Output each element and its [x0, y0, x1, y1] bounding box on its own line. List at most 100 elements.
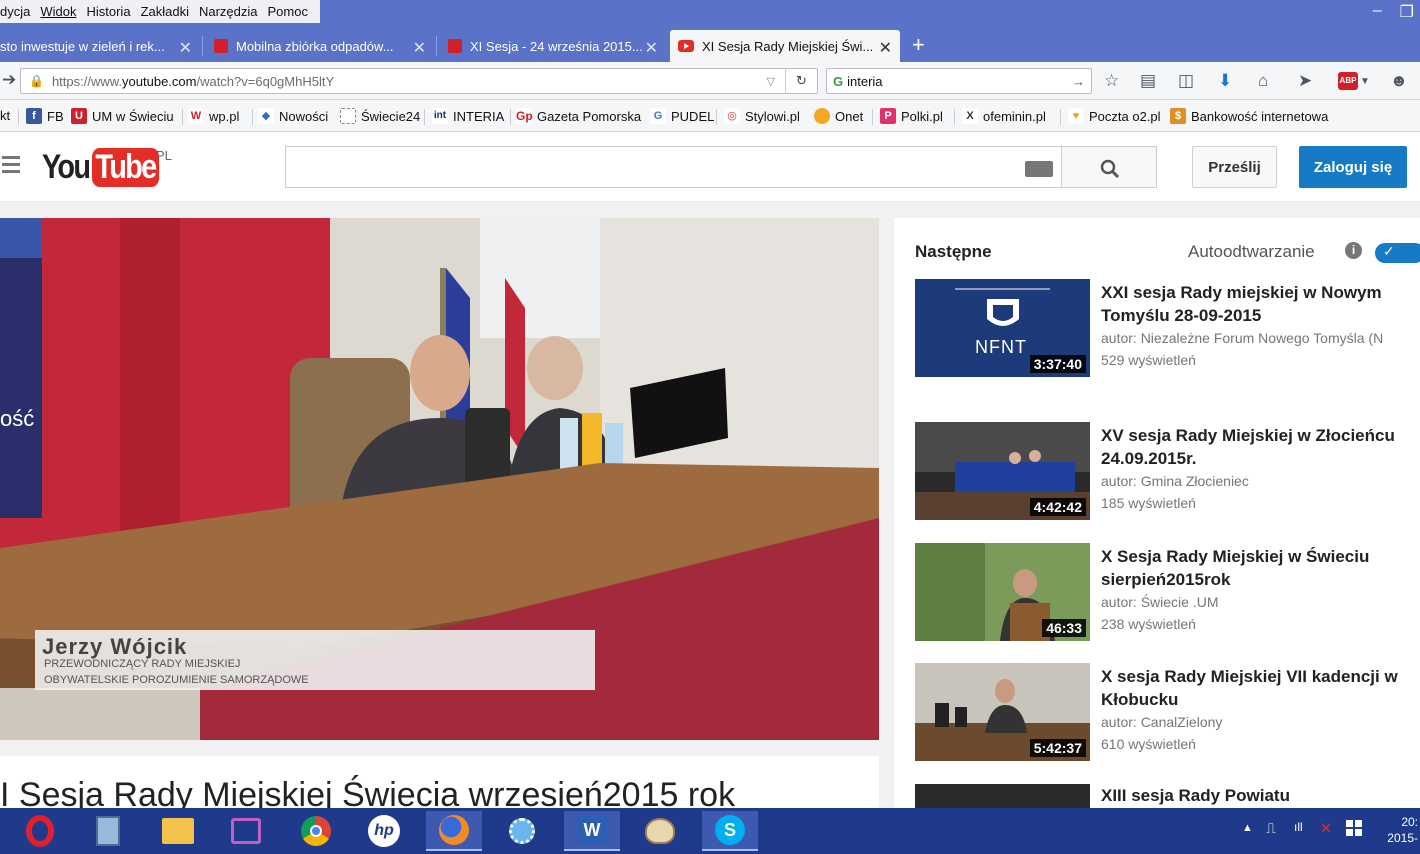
close-icon[interactable]: ✕: [645, 38, 658, 58]
bookmark-pudel[interactable]: G PUDEL: [650, 108, 714, 124]
hamburger-menu-icon[interactable]: [2, 156, 20, 173]
back-arrow-icon[interactable]: ➔: [2, 70, 16, 90]
recommended-video[interactable]: 4:42:42 XV sesja Rady Miejskiej w Złocie…: [915, 422, 1420, 532]
download-icon[interactable]: ⬇: [1218, 71, 1232, 91]
menu-view[interactable]: Widok: [40, 4, 76, 19]
search-bar[interactable]: G interia →: [826, 68, 1092, 94]
video-thumbnail[interactable]: 46:33: [915, 543, 1090, 641]
tray-chevron-icon[interactable]: ▲: [1242, 822, 1253, 834]
bookmark-onet[interactable]: Onet: [814, 108, 863, 124]
recommended-video[interactable]: 5:42:37 X sesja Rady Miejskiej VII kaden…: [915, 663, 1420, 773]
video-thumbnail[interactable]: 4:42:42: [915, 422, 1090, 520]
video-title[interactable]: XIII sesja Rady Powiatu: [1101, 784, 1420, 807]
file-explorer-icon[interactable]: [150, 811, 206, 851]
volume-muted-icon[interactable]: ✕: [1320, 820, 1332, 837]
home-icon[interactable]: ⌂: [1258, 71, 1268, 91]
windows-flag-icon[interactable]: [1346, 820, 1362, 836]
close-icon[interactable]: ✕: [179, 38, 192, 58]
bookmark-kt[interactable]: kt: [0, 108, 10, 123]
video-title[interactable]: XXI sesja Rady miejskiej w Nowym Tomyślu…: [1101, 281, 1420, 327]
reading-list-icon[interactable]: ▤: [1140, 71, 1156, 91]
menu-edit[interactable]: dycja: [0, 4, 30, 19]
video-player[interactable]: ość Jerzy Wójcik PRZEWODNICZĄCY RADY MIE…: [0, 218, 879, 740]
chevron-down-icon[interactable]: ▼: [1360, 76, 1370, 87]
youtube-logo[interactable]: You Tube: [42, 144, 170, 190]
url-prefix: https://www.: [51, 73, 123, 89]
url-bar[interactable]: 🔒 https://www. youtube.com/watch?v=6q0gMh…: [20, 68, 818, 94]
pocket-icon[interactable]: ◫: [1178, 71, 1194, 91]
youtube-search-input[interactable]: [285, 146, 1062, 188]
calculator-icon[interactable]: [80, 811, 136, 851]
recommended-video[interactable]: XIII sesja Rady Powiatu: [915, 784, 1420, 808]
send-icon[interactable]: ➤: [1298, 71, 1312, 91]
o2-heart-icon: ♥: [1068, 108, 1084, 124]
video-title[interactable]: XV sesja Rady Miejskiej w Złocieńcu 24.0…: [1101, 424, 1420, 470]
adblock-icon[interactable]: ABP: [1338, 72, 1358, 90]
search-engine-icon[interactable]: G: [833, 74, 843, 89]
new-tab-button[interactable]: +: [912, 32, 925, 58]
tab-3[interactable]: XI Sesja - 24 września 2015... ✕: [440, 30, 666, 62]
autoplay-toggle[interactable]: ✓: [1375, 243, 1420, 263]
presentation-icon[interactable]: [218, 811, 274, 851]
menu-bookmarks[interactable]: Zakładki: [141, 4, 189, 19]
minimize-button[interactable]: –: [1373, 2, 1382, 22]
youtube-icon: [678, 40, 694, 52]
info-icon[interactable]: i: [1345, 242, 1362, 259]
clock-time: 20:: [1401, 815, 1418, 829]
close-icon[interactable]: ✕: [413, 38, 426, 58]
keyboard-icon[interactable]: [1025, 161, 1053, 177]
opera-icon[interactable]: [12, 811, 68, 851]
bookmark-polki[interactable]: P Polki.pl: [880, 108, 943, 124]
word-icon[interactable]: W: [564, 811, 620, 851]
clock-date: 2015-: [1387, 831, 1418, 845]
star-icon[interactable]: ☆: [1104, 71, 1119, 91]
bookmark-fb[interactable]: f FB: [26, 108, 64, 124]
video-title[interactable]: X Sesja Rady Miejskiej w Świeciu sierpie…: [1101, 545, 1420, 591]
restore-button[interactable]: ❐: [1400, 2, 1414, 22]
bookmark-poczta-o2[interactable]: ♥ Poczta o2.pl: [1068, 108, 1161, 124]
bookmark-ofeminin[interactable]: Xofeminin.pl: [962, 108, 1046, 124]
bookmark-nowosci[interactable]: ◆ Nowości: [258, 108, 328, 124]
video-thumbnail[interactable]: 5:42:37: [915, 663, 1090, 761]
chat-icon[interactable]: ☻: [1390, 71, 1408, 91]
video-thumbnail[interactable]: [915, 784, 1090, 808]
hp-icon[interactable]: hp: [356, 811, 412, 851]
signal-icon[interactable]: ıll: [1294, 820, 1303, 834]
menu-help[interactable]: Pomoc: [268, 4, 308, 19]
system-clock[interactable]: 20: 2015-: [1382, 814, 1418, 846]
video-thumbnail[interactable]: NFNT 3:37:40: [915, 279, 1090, 377]
network-icon[interactable]: ⎍: [1266, 820, 1276, 837]
close-icon[interactable]: ✕: [879, 38, 892, 58]
bookmark-stylowi[interactable]: ◎ Stylowi.pl: [724, 108, 800, 124]
youtube-search-button[interactable]: [1061, 146, 1157, 188]
menu-tools[interactable]: Narzędzia: [199, 4, 258, 19]
reload-icon[interactable]: ↻: [785, 69, 817, 93]
paint-icon[interactable]: [632, 811, 688, 851]
lock-icon: 🔒: [29, 74, 44, 88]
ttv-icon: [448, 39, 462, 53]
bookmark-um-swiecie[interactable]: U UM w Świeciu: [71, 108, 174, 124]
tab-label: Mobilna zbiórka odpadów...: [236, 38, 394, 54]
tab-1[interactable]: sto inwestuje w zieleń i rek... ✕: [0, 30, 200, 62]
firefox-icon[interactable]: [426, 811, 482, 851]
recommended-video[interactable]: NFNT 3:37:40 XXI sesja Rady miejskiej w …: [915, 279, 1420, 389]
stylowi-icon: ◎: [724, 108, 740, 124]
recommended-video[interactable]: 46:33 X Sesja Rady Miejskiej w Świeciu s…: [915, 543, 1420, 653]
video-views: 610 wyświetleń: [1101, 736, 1196, 752]
brightness-icon[interactable]: [494, 811, 550, 851]
bookmark-gazeta-pomorska[interactable]: Gp Gazeta Pomorska: [516, 108, 641, 124]
bookmark-swiecie24[interactable]: Świecie24: [340, 108, 420, 124]
bookmark-interia[interactable]: int INTERIA: [432, 108, 504, 124]
upload-button[interactable]: Prześlij: [1192, 146, 1277, 188]
bookmark-wp[interactable]: Wwp.pl: [188, 108, 239, 124]
menu-history[interactable]: Historia: [86, 4, 130, 19]
chrome-icon[interactable]: [288, 811, 344, 851]
go-arrow-icon[interactable]: →: [1072, 74, 1085, 89]
skype-icon[interactable]: S: [702, 811, 758, 851]
bookmark-bankowosc[interactable]: $ Bankowość internetowa: [1170, 108, 1328, 124]
dropdown-icon[interactable]: ▽: [767, 75, 775, 88]
login-button[interactable]: Zaloguj się: [1299, 146, 1407, 188]
video-title[interactable]: X sesja Rady Miejskiej VII kadencji w Kł…: [1101, 665, 1420, 711]
tab-4-active[interactable]: XI Sesja Rady Miejskiej Świ... ✕: [670, 30, 900, 62]
tab-2[interactable]: Mobilna zbiórka odpadów... ✕: [206, 30, 434, 62]
